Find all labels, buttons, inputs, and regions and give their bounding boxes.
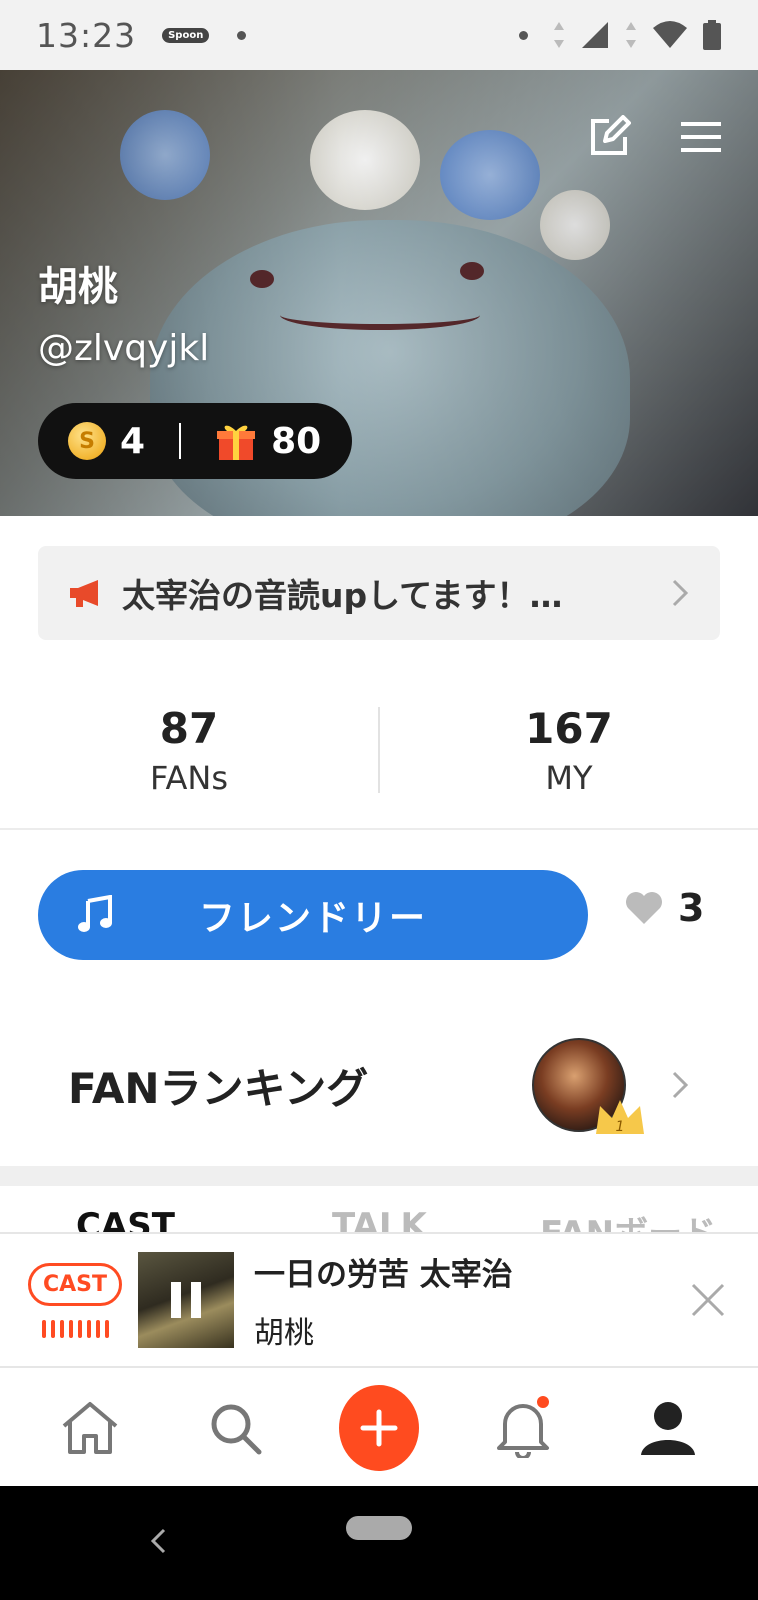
my-stat[interactable]: 167 MY bbox=[380, 672, 758, 828]
fan-ranking-row[interactable]: FANランキング 1 bbox=[0, 1010, 758, 1160]
audio-bars-icon bbox=[41, 1319, 109, 1338]
notice-text: 太宰治の音読upしてます！… bbox=[122, 576, 563, 615]
plus-icon bbox=[360, 1409, 398, 1447]
crown-icon: 1 bbox=[596, 1100, 644, 1135]
status-icons bbox=[519, 19, 722, 51]
cast-label: CAST bbox=[27, 1262, 123, 1306]
status-time: 13:23 bbox=[36, 15, 137, 55]
fans-stat[interactable]: 87 FANs bbox=[0, 672, 378, 828]
home-icon bbox=[62, 1402, 118, 1454]
nav-search[interactable] bbox=[195, 1388, 275, 1468]
fan-ranking-title: FANランキング bbox=[68, 1063, 369, 1113]
wifi-icon bbox=[653, 21, 687, 48]
player-text: 一日の労苦 太宰治 胡桃 bbox=[254, 1249, 690, 1352]
chevron-right-icon bbox=[672, 579, 689, 607]
top-fan-avatar: 1 bbox=[532, 1038, 644, 1135]
data-arrows-icon-2 bbox=[626, 22, 636, 48]
home-pill-icon[interactable] bbox=[346, 1516, 412, 1540]
crown-rank: 1 bbox=[616, 1119, 625, 1135]
profile-header: 胡桃 @zlvqyjkl S 4 80 bbox=[0, 70, 758, 516]
megaphone-icon bbox=[70, 580, 98, 607]
likes[interactable]: 3 bbox=[624, 886, 704, 930]
edit-icon[interactable] bbox=[586, 114, 632, 160]
nav-profile[interactable] bbox=[628, 1388, 708, 1468]
system-nav-bar bbox=[0, 1486, 758, 1600]
wallet-divider bbox=[179, 423, 182, 459]
search-icon bbox=[211, 1404, 262, 1455]
back-icon[interactable] bbox=[148, 1526, 168, 1556]
dot-icon bbox=[519, 30, 528, 40]
profile-tabs: CAST TALK FANボード bbox=[0, 1186, 758, 1232]
my-count: 167 bbox=[525, 703, 613, 753]
fans-count: 87 bbox=[159, 703, 219, 753]
profile-name: 胡桃 bbox=[38, 264, 118, 310]
follow-stats: 87 FANs 167 MY bbox=[0, 672, 758, 830]
pause-icon[interactable] bbox=[169, 1280, 203, 1320]
nav-create[interactable] bbox=[338, 1385, 419, 1471]
likes-count: 3 bbox=[678, 886, 705, 930]
cellular-signal-icon bbox=[582, 22, 608, 48]
cast-thumbnail[interactable] bbox=[138, 1252, 234, 1348]
section-divider bbox=[0, 1166, 758, 1186]
spoon-app-badge: Spoon bbox=[162, 27, 210, 43]
nav-notifications[interactable] bbox=[483, 1388, 563, 1468]
gift-count: 80 bbox=[271, 420, 322, 462]
gift-icon bbox=[217, 425, 256, 460]
menu-icon[interactable] bbox=[678, 114, 724, 160]
music-note-icon bbox=[78, 895, 112, 932]
player-title: 一日の労苦 太宰治 bbox=[254, 1256, 513, 1293]
tab-cast[interactable]: CAST bbox=[76, 1206, 175, 1232]
notification-dot-icon bbox=[237, 30, 247, 40]
tab-talk[interactable]: TALK bbox=[332, 1206, 427, 1232]
friendly-button[interactable]: フレンドリー bbox=[38, 870, 588, 960]
friendly-label: フレンドリー bbox=[198, 898, 427, 939]
profile-handle: @zlvqyjkl bbox=[38, 328, 210, 369]
player-artist: 胡桃 bbox=[254, 1315, 314, 1351]
create-button[interactable] bbox=[338, 1385, 419, 1471]
tab-fan-board[interactable]: FANボード bbox=[540, 1206, 716, 1232]
status-bar: 13:23 Spoon bbox=[0, 0, 758, 70]
fans-label: FANs bbox=[150, 758, 228, 797]
profile-notice[interactable]: 太宰治の音読upしてます！… bbox=[38, 546, 720, 640]
profile-icon bbox=[640, 1402, 695, 1455]
nav-home[interactable] bbox=[50, 1388, 130, 1468]
data-arrows-icon bbox=[554, 22, 564, 48]
my-label: MY bbox=[545, 758, 593, 797]
mini-player[interactable]: CAST 一日の労苦 太宰治 胡桃 bbox=[0, 1232, 758, 1368]
cast-badge: CAST bbox=[27, 1262, 123, 1338]
chevron-right-icon bbox=[672, 1071, 689, 1099]
close-icon[interactable] bbox=[690, 1282, 726, 1318]
heart-icon bbox=[626, 892, 662, 924]
battery-icon bbox=[703, 20, 721, 50]
coin-icon: S bbox=[68, 422, 106, 460]
bottom-nav bbox=[0, 1370, 758, 1486]
coin-count: 4 bbox=[120, 420, 146, 462]
wallet-pill[interactable]: S 4 80 bbox=[38, 403, 352, 479]
